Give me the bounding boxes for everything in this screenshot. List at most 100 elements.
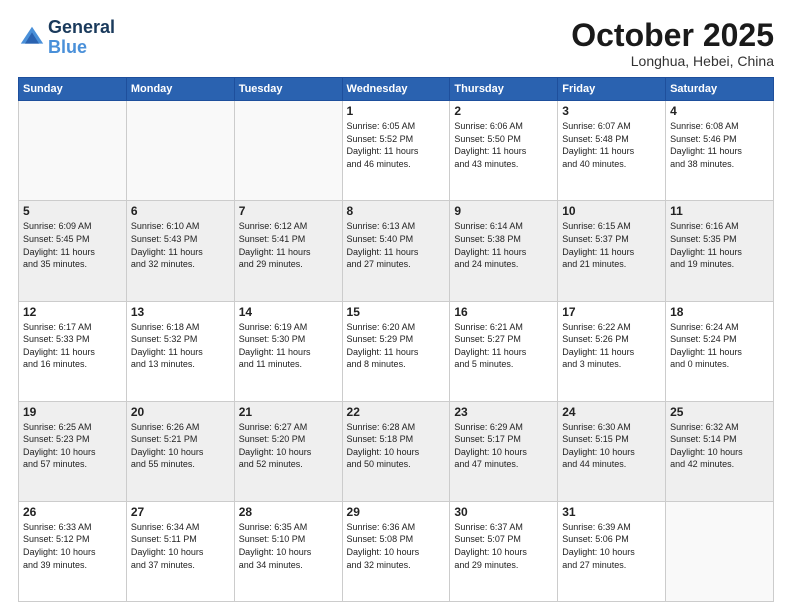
- day-info: Sunrise: 6:10 AM Sunset: 5:43 PM Dayligh…: [131, 220, 230, 270]
- weekday-header-wednesday: Wednesday: [342, 78, 450, 101]
- calendar-cell: 27 Sunrise: 6:34 AM Sunset: 5:11 PM Dayli…: [126, 501, 234, 601]
- calendar-cell: 19 Sunrise: 6:25 AM Sunset: 5:23 PM Dayli…: [19, 401, 127, 501]
- day-number: 13: [131, 305, 230, 319]
- location: Longhua, Hebei, China: [571, 53, 774, 69]
- calendar-cell: [126, 101, 234, 201]
- day-number: 31: [562, 505, 661, 519]
- calendar-cell: 26 Sunrise: 6:33 AM Sunset: 5:12 PM Dayli…: [19, 501, 127, 601]
- day-info: Sunrise: 6:19 AM Sunset: 5:30 PM Dayligh…: [239, 321, 338, 371]
- calendar-week-row: 12 Sunrise: 6:17 AM Sunset: 5:33 PM Dayli…: [19, 301, 774, 401]
- header: General Blue October 2025 Longhua, Hebei…: [18, 18, 774, 69]
- calendar-cell: 22Sunrise: 6:28 AM Sunset: 5:18 PM Dayli…: [342, 401, 450, 501]
- weekday-header-row: SundayMondayTuesdayWednesdayThursdayFrid…: [19, 78, 774, 101]
- day-number: 15: [347, 305, 446, 319]
- day-info: Sunrise: 6:25 AM Sunset: 5:23 PM Dayligh…: [23, 421, 122, 471]
- page: General Blue October 2025 Longhua, Hebei…: [0, 0, 792, 612]
- calendar-cell: 18Sunrise: 6:24 AM Sunset: 5:24 PM Dayli…: [666, 301, 774, 401]
- day-number: 17: [562, 305, 661, 319]
- calendar-cell: 12 Sunrise: 6:17 AM Sunset: 5:33 PM Dayli…: [19, 301, 127, 401]
- logo-icon: [18, 24, 46, 52]
- day-info: Sunrise: 6:33 AM Sunset: 5:12 PM Dayligh…: [23, 521, 122, 571]
- calendar-cell: 4Sunrise: 6:08 AM Sunset: 5:46 PM Daylig…: [666, 101, 774, 201]
- day-info: Sunrise: 6:28 AM Sunset: 5:18 PM Dayligh…: [347, 421, 446, 471]
- day-info: Sunrise: 6:18 AM Sunset: 5:32 PM Dayligh…: [131, 321, 230, 371]
- day-number: 11: [670, 204, 769, 218]
- day-info: Sunrise: 6:05 AM Sunset: 5:52 PM Dayligh…: [347, 120, 446, 170]
- day-info: Sunrise: 6:16 AM Sunset: 5:35 PM Dayligh…: [670, 220, 769, 270]
- calendar-cell: 1Sunrise: 6:05 AM Sunset: 5:52 PM Daylig…: [342, 101, 450, 201]
- calendar-cell: 21Sunrise: 6:27 AM Sunset: 5:20 PM Dayli…: [234, 401, 342, 501]
- calendar-cell: 3 Sunrise: 6:07 AM Sunset: 5:48 PM Daylig…: [558, 101, 666, 201]
- day-info: Sunrise: 6:07 AM Sunset: 5:48 PM Dayligh…: [562, 120, 661, 170]
- day-info: Sunrise: 6:09 AM Sunset: 5:45 PM Dayligh…: [23, 220, 122, 270]
- day-number: 28: [239, 505, 338, 519]
- day-number: 4: [670, 104, 769, 118]
- day-number: 27: [131, 505, 230, 519]
- day-number: 3: [562, 104, 661, 118]
- weekday-header-thursday: Thursday: [450, 78, 558, 101]
- logo-text: General Blue: [48, 18, 115, 58]
- day-info: Sunrise: 6:12 AM Sunset: 5:41 PM Dayligh…: [239, 220, 338, 270]
- calendar-cell: 29Sunrise: 6:36 AM Sunset: 5:08 PM Dayli…: [342, 501, 450, 601]
- day-number: 20: [131, 405, 230, 419]
- calendar-table: SundayMondayTuesdayWednesdayThursdayFrid…: [18, 77, 774, 602]
- day-info: Sunrise: 6:29 AM Sunset: 5:17 PM Dayligh…: [454, 421, 553, 471]
- day-number: 6: [131, 204, 230, 218]
- day-number: 14: [239, 305, 338, 319]
- calendar-cell: 16 Sunrise: 6:21 AM Sunset: 5:27 PM Dayli…: [450, 301, 558, 401]
- calendar-week-row: 5Sunrise: 6:09 AM Sunset: 5:45 PM Daylig…: [19, 201, 774, 301]
- calendar-cell: 6 Sunrise: 6:10 AM Sunset: 5:43 PM Daylig…: [126, 201, 234, 301]
- day-info: Sunrise: 6:39 AM Sunset: 5:06 PM Dayligh…: [562, 521, 661, 571]
- day-number: 12: [23, 305, 122, 319]
- day-info: Sunrise: 6:15 AM Sunset: 5:37 PM Dayligh…: [562, 220, 661, 270]
- day-number: 21: [239, 405, 338, 419]
- calendar-cell: 24 Sunrise: 6:30 AM Sunset: 5:15 PM Dayli…: [558, 401, 666, 501]
- calendar-cell: [234, 101, 342, 201]
- weekday-header-monday: Monday: [126, 78, 234, 101]
- day-info: Sunrise: 6:26 AM Sunset: 5:21 PM Dayligh…: [131, 421, 230, 471]
- day-info: Sunrise: 6:30 AM Sunset: 5:15 PM Dayligh…: [562, 421, 661, 471]
- calendar-cell: 20 Sunrise: 6:26 AM Sunset: 5:21 PM Dayli…: [126, 401, 234, 501]
- weekday-header-sunday: Sunday: [19, 78, 127, 101]
- day-number: 8: [347, 204, 446, 218]
- calendar-cell: 8 Sunrise: 6:13 AM Sunset: 5:40 PM Daylig…: [342, 201, 450, 301]
- day-number: 9: [454, 204, 553, 218]
- calendar-cell: 7 Sunrise: 6:12 AM Sunset: 5:41 PM Daylig…: [234, 201, 342, 301]
- calendar-week-row: 26 Sunrise: 6:33 AM Sunset: 5:12 PM Dayli…: [19, 501, 774, 601]
- calendar-cell: 2Sunrise: 6:06 AM Sunset: 5:50 PM Daylig…: [450, 101, 558, 201]
- calendar-cell: 30Sunrise: 6:37 AM Sunset: 5:07 PM Dayli…: [450, 501, 558, 601]
- calendar-week-row: 19 Sunrise: 6:25 AM Sunset: 5:23 PM Dayli…: [19, 401, 774, 501]
- calendar-cell: 11 Sunrise: 6:16 AM Sunset: 5:35 PM Dayli…: [666, 201, 774, 301]
- calendar-cell: 23 Sunrise: 6:29 AM Sunset: 5:17 PM Dayli…: [450, 401, 558, 501]
- day-number: 19: [23, 405, 122, 419]
- day-number: 26: [23, 505, 122, 519]
- month-title: October 2025: [571, 18, 774, 53]
- day-info: Sunrise: 6:17 AM Sunset: 5:33 PM Dayligh…: [23, 321, 122, 371]
- day-number: 2: [454, 104, 553, 118]
- logo: General Blue: [18, 18, 115, 58]
- weekday-header-saturday: Saturday: [666, 78, 774, 101]
- calendar-cell: 25Sunrise: 6:32 AM Sunset: 5:14 PM Dayli…: [666, 401, 774, 501]
- day-number: 30: [454, 505, 553, 519]
- day-info: Sunrise: 6:20 AM Sunset: 5:29 PM Dayligh…: [347, 321, 446, 371]
- calendar-cell: 5Sunrise: 6:09 AM Sunset: 5:45 PM Daylig…: [19, 201, 127, 301]
- day-number: 16: [454, 305, 553, 319]
- calendar-cell: 13 Sunrise: 6:18 AM Sunset: 5:32 PM Dayli…: [126, 301, 234, 401]
- day-number: 10: [562, 204, 661, 218]
- day-info: Sunrise: 6:36 AM Sunset: 5:08 PM Dayligh…: [347, 521, 446, 571]
- day-number: 23: [454, 405, 553, 419]
- day-number: 24: [562, 405, 661, 419]
- calendar-cell: [19, 101, 127, 201]
- day-number: 7: [239, 204, 338, 218]
- calendar-cell: 9 Sunrise: 6:14 AM Sunset: 5:38 PM Daylig…: [450, 201, 558, 301]
- day-info: Sunrise: 6:21 AM Sunset: 5:27 PM Dayligh…: [454, 321, 553, 371]
- calendar-cell: 10 Sunrise: 6:15 AM Sunset: 5:37 PM Dayli…: [558, 201, 666, 301]
- day-info: Sunrise: 6:14 AM Sunset: 5:38 PM Dayligh…: [454, 220, 553, 270]
- weekday-header-tuesday: Tuesday: [234, 78, 342, 101]
- day-info: Sunrise: 6:13 AM Sunset: 5:40 PM Dayligh…: [347, 220, 446, 270]
- calendar-cell: 17Sunrise: 6:22 AM Sunset: 5:26 PM Dayli…: [558, 301, 666, 401]
- day-info: Sunrise: 6:34 AM Sunset: 5:11 PM Dayligh…: [131, 521, 230, 571]
- calendar-cell: 14 Sunrise: 6:19 AM Sunset: 5:30 PM Dayli…: [234, 301, 342, 401]
- weekday-header-friday: Friday: [558, 78, 666, 101]
- calendar-cell: 31 Sunrise: 6:39 AM Sunset: 5:06 PM Dayli…: [558, 501, 666, 601]
